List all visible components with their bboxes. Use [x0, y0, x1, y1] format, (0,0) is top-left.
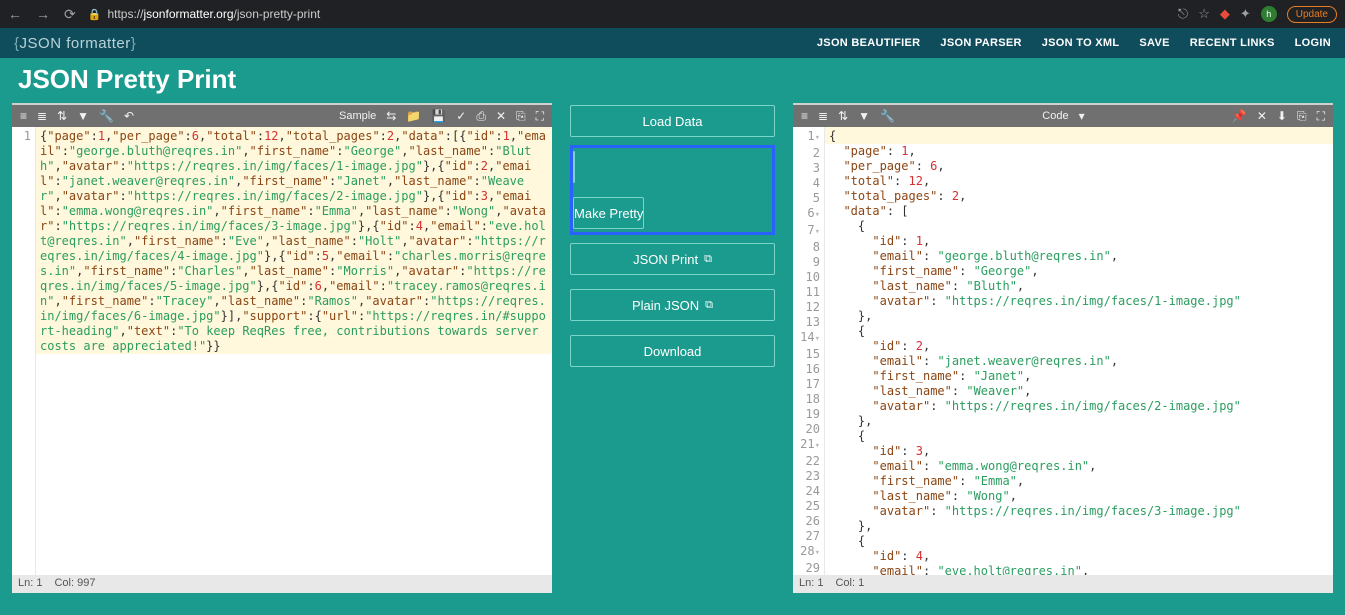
share-icon[interactable]: ⎋ [1178, 6, 1188, 22]
nav-save[interactable]: SAVE [1139, 37, 1169, 49]
folder-icon[interactable]: 📁 [406, 109, 421, 123]
input-editor: ≡ ≣ ⇅ ▼ 🔧 ↶ Sample ⇆ 📁 💾 ✓ ⎙ ✕ ⎘ ⛶ 1 {"p… [12, 103, 552, 593]
status-col: Col: 997 [54, 577, 95, 591]
download-icon[interactable]: ⬇ [1277, 109, 1287, 123]
nav-beautifier[interactable]: JSON BEAUTIFIER [817, 37, 921, 49]
input-statusbar: Ln: 1 Col: 997 [12, 575, 552, 593]
selection-highlight: Make Pretty [570, 145, 775, 235]
download-button[interactable]: Download [570, 335, 775, 367]
back-icon[interactable]: ← [8, 6, 22, 22]
output-editor: ≡ ≣ ⇅ ▼ 🔧 Code ▾ 📌 ✕ ⬇ ⎘ ⛶ 1▾23456▾7▾891… [793, 103, 1333, 593]
output-gutter: 1▾23456▾7▾891011121314▾15161718192021▾22… [793, 127, 825, 575]
print-icon[interactable]: ⎙ [476, 109, 486, 124]
status-line: Ln: 1 [799, 577, 823, 591]
copy-icon[interactable]: ⎘ [516, 109, 526, 124]
url-bar[interactable]: 🔒 https://jsonformatter.org/json-pretty-… [88, 3, 1166, 25]
browser-toolbar: ← → ⟳ 🔒 https://jsonformatter.org/json-p… [0, 0, 1345, 28]
external-icon: ⧉ [704, 253, 712, 266]
sample-label[interactable]: Sample [339, 110, 376, 122]
json-print-button[interactable]: JSON Print ⧉ [570, 243, 775, 275]
site-header: {JSON formatter} JSON BEAUTIFIER JSON PA… [0, 28, 1345, 58]
save-icon[interactable]: 💾 [431, 109, 446, 123]
plain-json-button[interactable]: Plain JSON ⧉ [570, 289, 775, 321]
update-button[interactable]: Update [1287, 6, 1337, 23]
clear-icon[interactable]: ✕ [1257, 109, 1267, 123]
make-pretty-button[interactable]: Make Pretty [573, 197, 644, 229]
sort-icon[interactable]: ⇅ [57, 109, 67, 123]
fullscreen-icon[interactable]: ⛶ [1317, 109, 1325, 124]
load-data-button[interactable]: Load Data [570, 105, 775, 137]
link-icon[interactable]: ⇆ [386, 109, 396, 123]
check-icon[interactable]: ✓ [456, 109, 466, 123]
status-col: Col: 1 [835, 577, 864, 591]
page-title: JSON Pretty Print [0, 58, 1345, 103]
mode-label[interactable]: Code [1042, 110, 1068, 122]
repair-icon[interactable]: 🔧 [880, 109, 895, 123]
nav-recent[interactable]: RECENT LINKS [1190, 37, 1275, 49]
nav-xml[interactable]: JSON TO XML [1042, 37, 1120, 49]
input-code[interactable]: {"page":1,"per_page":6,"total":12,"total… [36, 127, 552, 575]
pin-icon[interactable]: 📌 [1232, 109, 1247, 123]
copy-icon[interactable]: ⎘ [1297, 109, 1307, 124]
action-column: Load Data Make Pretty JSON Print ⧉ Plain… [570, 103, 775, 593]
input-gutter: 1 [12, 127, 36, 575]
puzzle-icon[interactable]: ✦ [1240, 6, 1251, 22]
chevron-down-icon[interactable]: ▾ [1079, 109, 1085, 123]
undo-icon[interactable]: ↶ [124, 109, 134, 123]
format-icon[interactable]: ≡ [20, 109, 27, 123]
status-line: Ln: 1 [18, 577, 42, 591]
output-statusbar: Ln: 1 Col: 1 [793, 575, 1333, 593]
extension-icon[interactable]: ◆ [1220, 6, 1230, 22]
nav-parser[interactable]: JSON PARSER [940, 37, 1021, 49]
nav-login[interactable]: LOGIN [1295, 37, 1331, 49]
repair-icon[interactable]: 🔧 [99, 109, 114, 123]
format-icon[interactable]: ≡ [801, 109, 808, 123]
input-toolbar: ≡ ≣ ⇅ ▼ 🔧 ↶ Sample ⇆ 📁 💾 ✓ ⎙ ✕ ⎘ ⛶ [12, 105, 552, 127]
compact-icon[interactable]: ≣ [37, 109, 47, 123]
sort-icon[interactable]: ⇅ [838, 109, 848, 123]
filter-icon[interactable]: ▼ [858, 109, 870, 123]
hidden-button[interactable] [573, 151, 575, 183]
external-icon: ⧉ [705, 299, 713, 312]
reload-icon[interactable]: ⟳ [64, 6, 76, 23]
clear-icon[interactable]: ✕ [496, 109, 506, 123]
star-icon[interactable]: ☆ [1198, 6, 1210, 22]
site-nav: JSON BEAUTIFIER JSON PARSER JSON TO XML … [817, 37, 1331, 49]
output-code[interactable]: { "page": 1, "per_page": 6, "total": 12,… [825, 127, 1333, 575]
profile-icon[interactable]: h [1261, 6, 1277, 22]
forward-icon[interactable]: → [36, 6, 50, 22]
fullscreen-icon[interactable]: ⛶ [536, 109, 544, 124]
lock-icon: 🔒 [88, 8, 102, 21]
site-logo[interactable]: {JSON formatter} [14, 35, 136, 52]
url-text: https://jsonformatter.org/json-pretty-pr… [107, 7, 320, 21]
compact-icon[interactable]: ≣ [818, 109, 828, 123]
output-toolbar: ≡ ≣ ⇅ ▼ 🔧 Code ▾ 📌 ✕ ⬇ ⎘ ⛶ [793, 105, 1333, 127]
filter-icon[interactable]: ▼ [77, 109, 89, 123]
